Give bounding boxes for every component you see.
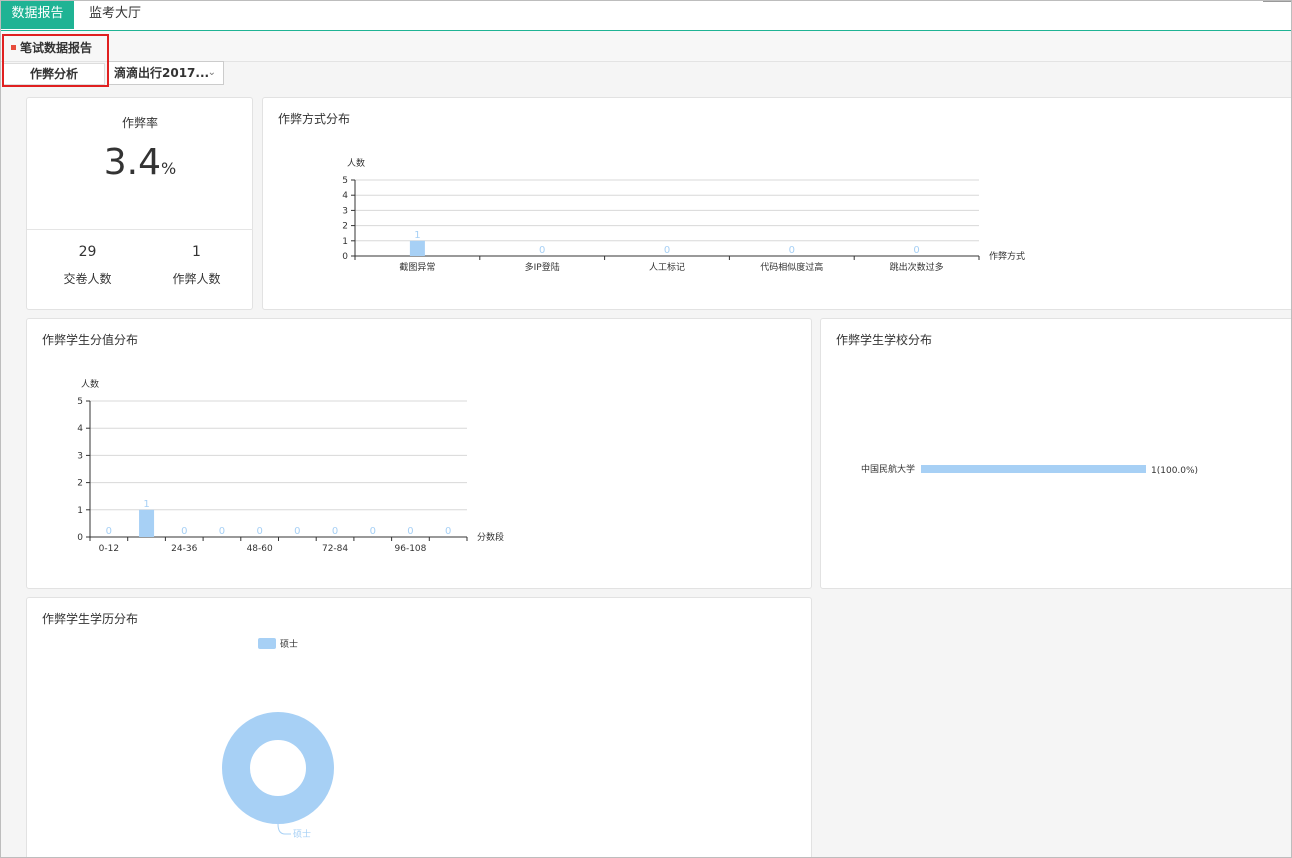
y-tick-label: 1 bbox=[77, 506, 83, 516]
slice-label-leader bbox=[277, 823, 291, 835]
y-tick-label: 4 bbox=[342, 191, 348, 201]
breadcrumb-title: 笔试数据报告 bbox=[20, 41, 93, 55]
x-tick-label: 48-60 bbox=[247, 544, 273, 554]
x-tick-label: 72-84 bbox=[322, 544, 348, 554]
cheat-count: 1 bbox=[192, 244, 201, 260]
submitted-count: 29 bbox=[78, 244, 97, 260]
cheat-school-panel: 作弊学生学校分布 中国民航大学 1(100.0%) bbox=[820, 318, 1291, 589]
x-tick-label: 跳出次数过多 bbox=[890, 261, 944, 273]
data-label: 0 bbox=[370, 526, 376, 537]
exam-select[interactable]: 滴滴出行2017... ⌄ bbox=[107, 61, 224, 85]
bar bbox=[921, 465, 1146, 473]
data-label: 0 bbox=[664, 245, 670, 256]
data-label: 0 bbox=[539, 245, 545, 256]
breadcrumb: 笔试数据报告 bbox=[11, 39, 92, 56]
data-label: 0 bbox=[789, 245, 795, 256]
x-tick-label: 多IP登陆 bbox=[525, 261, 560, 273]
data-label: 0 bbox=[219, 526, 225, 537]
cheat-degree-panel: 作弊学生学历分布 硕士 硕士 bbox=[26, 597, 812, 857]
slice-label: 硕士 bbox=[293, 828, 311, 840]
left-strip bbox=[1, 87, 11, 857]
data-label: 0 bbox=[407, 526, 413, 537]
tab-data-report[interactable]: 数据报告 bbox=[1, 1, 74, 29]
card-divider bbox=[27, 229, 253, 230]
cheat-score-chart: 人数 0 1 2 3 4 5 0 0-12 1 0 24-36 0 0 48-60 0 0 72-84 0 0 96-1… bbox=[77, 378, 504, 554]
y-axis-label: 人数 bbox=[347, 157, 365, 169]
exam-select-value: 滴滴出行2017... bbox=[114, 66, 210, 80]
cheat-label: 作弊人数 bbox=[172, 272, 221, 286]
cheat-rate-value: 3.4% bbox=[27, 142, 253, 183]
top-divider bbox=[1263, 1, 1291, 2]
y-tick-label: 5 bbox=[342, 176, 348, 186]
bullet-icon bbox=[11, 45, 16, 50]
x-tick-label: 代码相似度过高 bbox=[760, 261, 823, 273]
x-tick-label: 人工标记 bbox=[649, 261, 685, 273]
submitted-label: 交卷人数 bbox=[63, 272, 112, 286]
x-tick-label: 截图异常 bbox=[399, 261, 435, 273]
y-tick-label: 中国民航大学 bbox=[861, 463, 915, 475]
cheat-analysis-button[interactable]: 作弊分析 bbox=[3, 63, 105, 85]
x-tick-label: 96-108 bbox=[395, 544, 427, 554]
cheat-rate-unit: % bbox=[161, 159, 177, 178]
data-label: 0 bbox=[181, 526, 187, 537]
y-tick-label: 1 bbox=[342, 237, 348, 247]
data-label: 0 bbox=[106, 526, 112, 537]
pie-slice bbox=[222, 712, 334, 824]
y-tick-label: 4 bbox=[77, 424, 83, 434]
x-tick-label: 0-12 bbox=[99, 544, 119, 554]
bar bbox=[139, 509, 155, 537]
legend-swatch bbox=[258, 638, 276, 649]
y-tick-label: 3 bbox=[342, 206, 348, 216]
cheat-degree-chart: 硕士硕士 bbox=[222, 638, 334, 840]
cheat-method-chart: 人数 0 1 2 3 4 5 1 截图异常 0 多IP登陆 0 人工标记 0 代码相似度过高 0 跳出次数过多 作… bbox=[342, 157, 1025, 273]
data-label: 0 bbox=[256, 526, 262, 537]
data-label: 1 bbox=[414, 230, 420, 241]
y-tick-label: 0 bbox=[342, 252, 348, 262]
legend-label: 硕士 bbox=[280, 638, 298, 650]
y-tick-label: 5 bbox=[77, 397, 83, 407]
x-tick-label: 24-36 bbox=[171, 544, 197, 554]
y-tick-label: 0 bbox=[77, 533, 83, 543]
data-label: 0 bbox=[332, 526, 338, 537]
cheat-score-panel: 作弊学生分值分布 人数 0 1 2 3 4 5 0 0-12 1 0 24-36 0 0 48-60 0 0 72… bbox=[26, 318, 812, 589]
cheat-rate-card: 作弊率 3.4% 29 1 交卷人数 作弊人数 bbox=[26, 97, 253, 310]
bar bbox=[409, 240, 425, 256]
top-tab-bar: 数据报告 监考大厅 bbox=[1, 1, 1291, 31]
chevron-down-icon: ⌄ bbox=[207, 67, 216, 78]
breadcrumb-bar: 笔试数据报告 bbox=[1, 31, 1291, 62]
data-label: 0 bbox=[294, 526, 300, 537]
cheat-school-chart: 中国民航大学 1(100.0%) bbox=[861, 463, 1198, 476]
x-axis-label: 作弊方式 bbox=[989, 250, 1025, 262]
data-label: 0 bbox=[445, 526, 451, 537]
y-axis-label: 人数 bbox=[81, 378, 99, 390]
x-axis-label: 分数段 bbox=[477, 531, 504, 543]
cheat-method-panel: 作弊方式分布 人数 0 1 2 3 4 5 1 截图异常 0 多IP登陆 0 人工标记 0 代码相似度过高 0… bbox=[262, 97, 1291, 310]
y-tick-label: 2 bbox=[77, 479, 83, 489]
tab-proctor-hall[interactable]: 监考大厅 bbox=[79, 1, 151, 29]
app-frame: 数据报告 监考大厅 笔试数据报告 作弊分析 滴滴出行2017... ⌄ 作弊率 … bbox=[0, 0, 1292, 858]
data-label: 1 bbox=[143, 499, 149, 510]
y-tick-label: 2 bbox=[342, 222, 348, 232]
cheat-rate-label: 作弊率 bbox=[121, 116, 158, 130]
cheat-rate-number: 3.4 bbox=[103, 142, 162, 183]
data-label: 0 bbox=[913, 245, 919, 256]
y-tick-label: 3 bbox=[77, 451, 83, 461]
data-label: 1(100.0%) bbox=[1151, 466, 1198, 476]
